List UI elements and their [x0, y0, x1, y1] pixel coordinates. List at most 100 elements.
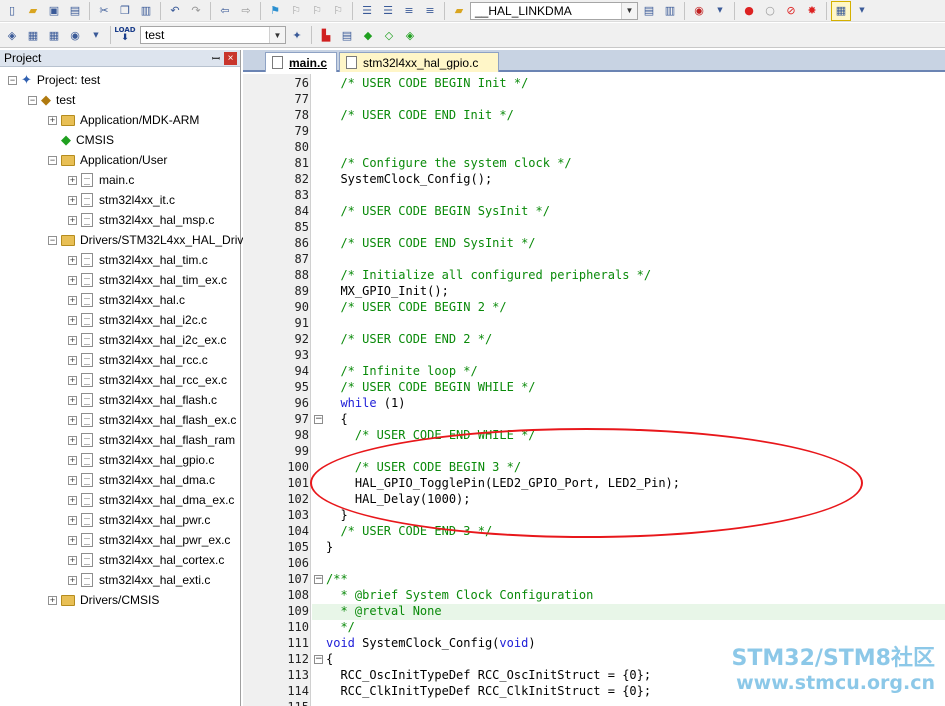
tree-item[interactable]: + stm32l4xx_hal_i2c.c	[68, 310, 207, 330]
tree-item[interactable]: + stm32l4xx_hal_flash_ex.c	[68, 410, 236, 430]
code-line[interactable]: * @retval None	[326, 603, 441, 619]
code-line[interactable]: {	[326, 651, 333, 667]
expand-icon[interactable]: +	[68, 455, 77, 465]
bookmark-icon[interactable]: ⚑	[265, 1, 285, 21]
code-line[interactable]: while (1)	[326, 395, 405, 411]
tree-item[interactable]: − Application/User	[48, 150, 167, 170]
expand-icon[interactable]: +	[68, 555, 77, 565]
tree-item[interactable]: + stm32l4xx_hal_flash.c	[68, 390, 217, 410]
expand-icon[interactable]: +	[68, 375, 77, 385]
batch-build-icon[interactable]: ◉	[65, 25, 85, 45]
expand-icon[interactable]: +	[68, 295, 77, 305]
code-line[interactable]: /* USER CODE BEGIN 2 */	[326, 299, 506, 315]
navigate-back-icon[interactable]: ⇦	[215, 1, 235, 21]
code-line[interactable]: /* USER CODE BEGIN WHILE */	[326, 379, 535, 395]
tree-item[interactable]: + stm32l4xx_hal_i2c_ex.c	[68, 330, 226, 350]
expand-icon[interactable]: +	[48, 115, 57, 125]
tree-item[interactable]: + stm32l4xx_hal_cortex.c	[68, 550, 224, 570]
expand-icon[interactable]: +	[68, 575, 77, 585]
debug-session-icon[interactable]: ◉	[689, 1, 709, 21]
editor-tab[interactable]: stm32l4xx_hal_gpio.c	[339, 52, 499, 72]
code-line[interactable]: /* USER CODE END SysInit */	[326, 235, 535, 251]
select-software-packs-icon[interactable]: ◇	[379, 25, 399, 45]
code-line[interactable]: /* USER CODE BEGIN 3 */	[326, 459, 521, 475]
tree-item[interactable]: + stm32l4xx_hal_exti.c	[68, 570, 210, 590]
code-line[interactable]: /* Configure the system clock */	[326, 155, 571, 171]
prev-bookmark-icon[interactable]: ⚐	[286, 1, 306, 21]
fold-icon[interactable]: −	[314, 575, 323, 584]
code-line[interactable]: /* USER CODE END Init */	[326, 107, 513, 123]
tree-item[interactable]: − ✦ Project: test	[8, 70, 100, 90]
open-file-icon[interactable]: ▰	[23, 1, 43, 21]
expand-icon[interactable]: +	[48, 595, 57, 605]
navigate-forward-icon[interactable]: ⇨	[236, 1, 256, 21]
expand-icon[interactable]: +	[68, 195, 77, 205]
find-icon[interactable]: ▤	[639, 1, 659, 21]
next-bookmark-icon[interactable]: ⚐	[307, 1, 327, 21]
tree-item[interactable]: + stm32l4xx_hal_gpio.c	[68, 450, 214, 470]
tree-item[interactable]: + stm32l4xx_it.c	[68, 190, 175, 210]
pin-icon[interactable]: ꟷ	[212, 51, 220, 65]
code-line[interactable]: RCC_OscInitTypeDef RCC_OscInitStruct = {…	[326, 667, 651, 683]
editor-tab[interactable]: main.c	[265, 52, 337, 72]
batch-build-dropdown-icon[interactable]: ▼	[86, 25, 106, 45]
expand-icon[interactable]: +	[68, 495, 77, 505]
debug-dropdown-icon[interactable]: ▼	[710, 1, 730, 21]
tree-item[interactable]: + main.c	[68, 170, 134, 190]
expand-icon[interactable]: +	[68, 255, 77, 265]
manage-rte-icon[interactable]: ◆	[358, 25, 378, 45]
tree-item[interactable]: + stm32l4xx_hal_tim_ex.c	[68, 270, 227, 290]
paste-icon[interactable]: ▥	[136, 1, 156, 21]
collapse-icon[interactable]: −	[28, 95, 37, 105]
expand-icon[interactable]: +	[68, 215, 77, 225]
expand-icon[interactable]: +	[68, 395, 77, 405]
tree-item[interactable]: + stm32l4xx_hal_pwr.c	[68, 510, 210, 530]
kill-all-breakpoints-icon[interactable]: ✸	[802, 1, 822, 21]
chevron-down-icon[interactable]: ▼	[269, 27, 285, 43]
collapse-icon[interactable]: −	[48, 235, 57, 245]
expand-icon[interactable]: +	[68, 475, 77, 485]
disable-breakpoint-icon[interactable]: ○	[760, 1, 780, 21]
window-layout-dropdown-icon[interactable]: ▼	[852, 1, 872, 21]
code-line[interactable]: RCC_ClkInitTypeDef RCC_ClkInitStruct = {…	[326, 683, 651, 699]
window-layout-icon[interactable]: ▦	[831, 0, 851, 21]
tree-item[interactable]: + stm32l4xx_hal_rcc_ex.c	[68, 370, 227, 390]
redo-icon[interactable]: ↷	[186, 1, 206, 21]
uncomment-icon[interactable]: ≡	[420, 1, 440, 21]
code-line[interactable]: /* Infinite loop */	[326, 363, 477, 379]
download-button[interactable]: LOAD ⬇	[114, 25, 135, 45]
tree-item[interactable]: + stm32l4xx_hal_rcc.c	[68, 350, 208, 370]
code-line[interactable]: }	[326, 539, 333, 555]
close-icon[interactable]: ×	[224, 52, 237, 65]
code-line[interactable]: MX_GPIO_Init();	[326, 283, 448, 299]
copy-icon[interactable]: ❐	[115, 1, 135, 21]
tree-item[interactable]: − ◆ test	[28, 90, 75, 110]
comment-icon[interactable]: ≡	[399, 1, 419, 21]
code-line[interactable]: /* USER CODE BEGIN SysInit */	[326, 203, 550, 219]
code-line[interactable]: /* USER CODE END 2 */	[326, 331, 492, 347]
tree-item[interactable]: + Application/MDK-ARM	[48, 110, 199, 130]
tree-item[interactable]: + stm32l4xx_hal_msp.c	[68, 210, 214, 230]
expand-icon[interactable]: +	[68, 415, 77, 425]
collapse-icon[interactable]: −	[8, 75, 17, 85]
tree-item[interactable]: + stm32l4xx_hal_dma_ex.c	[68, 490, 234, 510]
expand-icon[interactable]: +	[68, 515, 77, 525]
tree-item[interactable]: + Drivers/CMSIS	[48, 590, 159, 610]
code-line[interactable]: /**	[326, 571, 348, 587]
indent-icon[interactable]: ☰	[357, 1, 377, 21]
undo-icon[interactable]: ↶	[165, 1, 185, 21]
expand-icon[interactable]: +	[68, 175, 77, 185]
tree-item[interactable]: + stm32l4xx_hal_tim.c	[68, 250, 208, 270]
code-line[interactable]: void SystemClock_Config(void)	[326, 635, 536, 651]
tree-item[interactable]: + stm32l4xx_hal_flash_ram	[68, 430, 235, 450]
unindent-icon[interactable]: ☰	[378, 1, 398, 21]
code-line[interactable]: /* USER CODE END 3 */	[326, 523, 492, 539]
expand-icon[interactable]: +	[68, 335, 77, 345]
tree-item[interactable]: + stm32l4xx_hal_pwr_ex.c	[68, 530, 230, 550]
new-file-icon[interactable]: ▯	[2, 1, 22, 21]
incremental-find-icon[interactable]: ▥	[660, 1, 680, 21]
tree-item[interactable]: + stm32l4xx_hal_dma.c	[68, 470, 215, 490]
tree-item[interactable]: + stm32l4xx_hal.c	[68, 290, 185, 310]
code-line[interactable]: /* Initialize all configured peripherals…	[326, 267, 651, 283]
expand-icon[interactable]: +	[68, 315, 77, 325]
